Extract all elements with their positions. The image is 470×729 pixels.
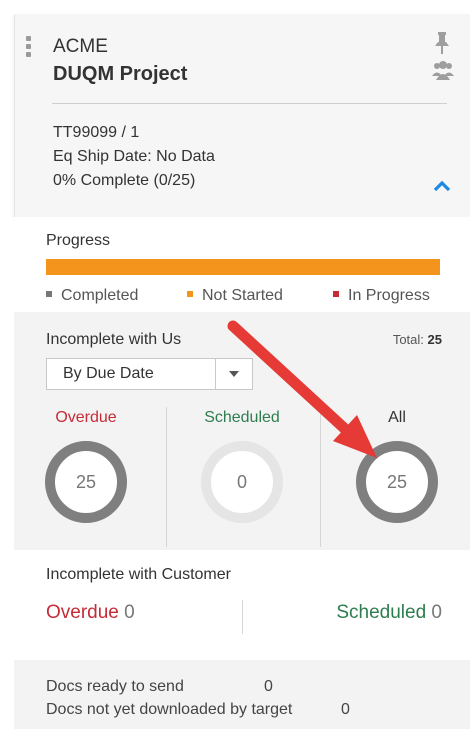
all-count: 25 [386,472,408,492]
customer-overdue[interactable]: Overdue 0 [46,602,135,624]
sort-selected-value: By Due Date [63,365,154,382]
scheduled-donut[interactable]: 0 [201,441,283,523]
docs-ready-count: 0 [264,678,273,695]
column-divider [166,407,167,547]
chevron-up-icon[interactable] [433,180,451,192]
sort-dropdown-toggle[interactable] [215,359,252,389]
project-card: ACME DUQM Project TT99099 / 1 Eq Ship Da… [14,14,470,729]
column-divider [320,407,321,547]
incomplete-with-us-section: Incomplete with Us Total: 25 By Due Date… [14,312,470,550]
scheduled-count: 0 [236,472,247,492]
overdue-donut[interactable]: 25 [45,441,127,523]
pin-icon[interactable] [433,32,451,54]
all-column[interactable]: All 25 [327,407,467,547]
legend-label-not-started: Not Started [202,287,283,304]
overdue-count: 25 [75,472,97,492]
total-value: 25 [427,332,442,347]
legend-label-completed: Completed [61,287,139,304]
customer-divider [242,600,243,634]
ship-date: Eq Ship Date: No Data [53,148,215,165]
project-header: ACME DUQM Project TT99099 / 1 Eq Ship Da… [14,14,470,217]
customer-overdue-label: Overdue [46,602,119,623]
total-label: Total: [392,332,424,347]
progress-bar [46,259,440,275]
incomplete-with-us-title: Incomplete with Us [46,331,182,348]
legend-swatch-in-progress [333,291,339,297]
docs-not-downloaded-label: Docs not yet downloaded by target [46,701,293,718]
legend-swatch-completed [46,291,52,297]
customer-scheduled-count: 0 [431,602,442,623]
incomplete-with-customer-section: Incomplete with Customer Overdue 0 Sched… [14,550,470,660]
job-number: TT99099 / 1 [53,124,140,141]
docs-ready-label: Docs ready to send [46,678,184,695]
chevron-down-icon [229,371,239,377]
progress-fill-not-started [46,259,440,275]
overdue-column[interactable]: Overdue 25 [16,407,156,547]
incomplete-with-customer-title: Incomplete with Customer [46,566,231,583]
legend-completed: Completed [46,287,138,305]
sort-dropdown[interactable]: By Due Date [46,358,253,390]
total-count: Total: 25 [393,332,442,347]
legend-label-in-progress: In Progress [348,287,430,304]
drag-handle-icon[interactable] [25,36,33,60]
progress-title: Progress [46,232,111,249]
customer-scheduled-label: Scheduled [336,602,427,623]
progress-section: Progress Completed Not Started In Progre… [14,217,470,312]
overdue-label: Overdue [55,409,117,426]
project-name[interactable]: DUQM Project [53,63,187,86]
customer-overdue-count: 0 [124,602,135,623]
docs-section: Docs ready to send 0 Docs not yet downlo… [14,660,470,729]
docs-not-downloaded-count: 0 [341,701,350,718]
users-icon[interactable] [432,60,454,80]
scheduled-label: Scheduled [204,409,280,426]
header-divider [52,103,447,104]
scheduled-column[interactable]: Scheduled 0 [172,407,312,547]
percent-complete: 0% Complete (0/25) [53,172,196,189]
legend-swatch-not-started [187,291,193,297]
customer-scheduled[interactable]: Scheduled 0 [336,602,442,624]
legend-not-started: Not Started [187,287,283,305]
all-label: All [388,409,406,426]
legend-in-progress: In Progress [333,287,430,305]
client-name: ACME [53,36,108,57]
all-donut[interactable]: 25 [356,441,438,523]
